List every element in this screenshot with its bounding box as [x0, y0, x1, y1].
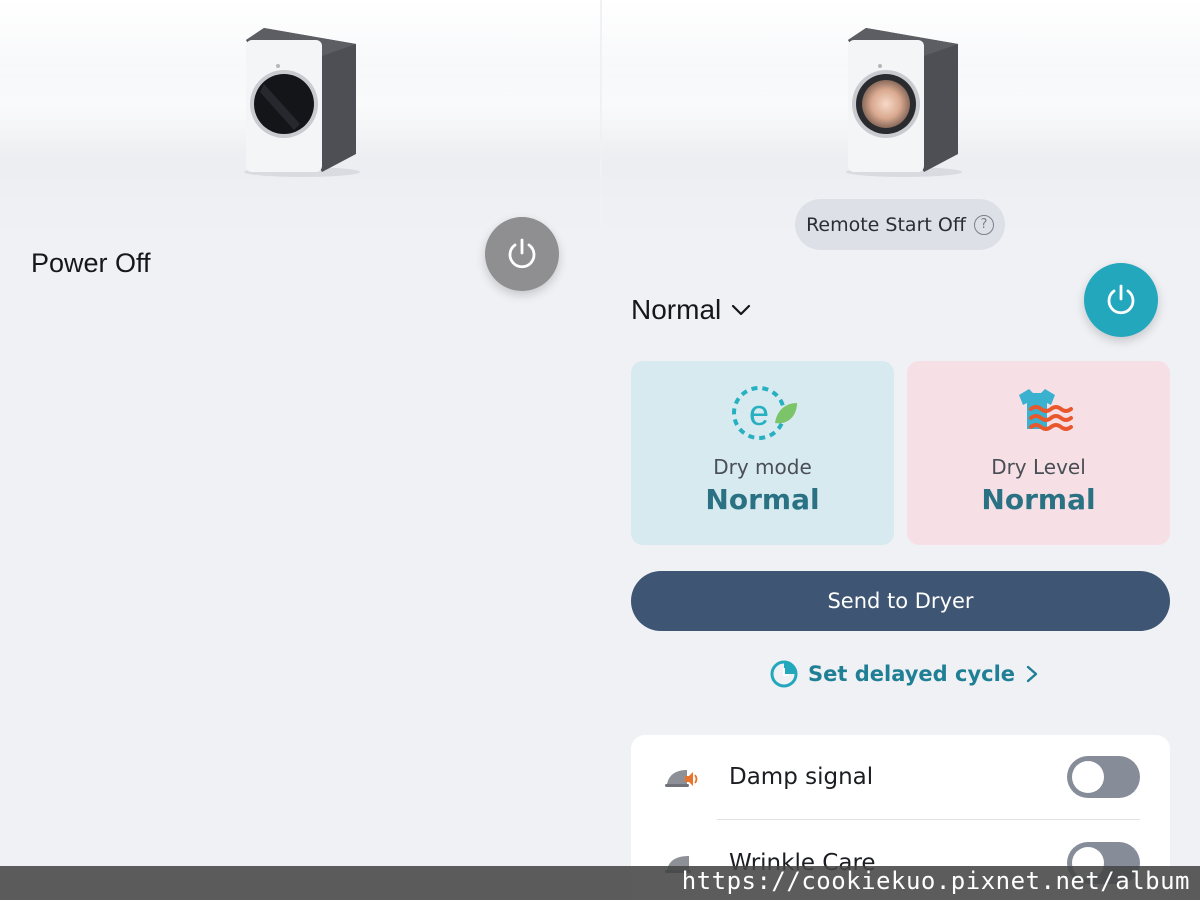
help-icon[interactable]: ?: [973, 214, 994, 235]
course-selected-label: Normal: [631, 294, 722, 325]
watermark-text: https://cookiekuo.pixnet.net/album: [681, 867, 1190, 895]
remote-start-label: Remote Start Off: [806, 213, 966, 236]
chevron-right-icon: [1026, 665, 1038, 683]
chevron-down-icon: [732, 304, 751, 316]
power-icon: [508, 238, 536, 269]
eco-leaf-icon: e: [725, 383, 801, 443]
dryer-image: [846, 28, 962, 177]
power-status-text: Power Off: [31, 248, 151, 278]
row-divider: [717, 819, 1140, 820]
damp-signal-toggle[interactable]: [1067, 756, 1140, 798]
dry-mode-value: Normal: [705, 483, 820, 516]
power-button[interactable]: [485, 217, 559, 291]
dry-level-value: Normal: [981, 483, 1096, 516]
dry-level-label: Dry Level: [991, 455, 1086, 479]
set-delayed-cycle-link[interactable]: Set delayed cycle: [770, 660, 1039, 688]
damp-signal-label: Damp signal: [729, 764, 874, 790]
dryer-on-panel: Remote Start Off ? Normal e Dry mode Nor…: [602, 0, 1200, 900]
power-icon: [1107, 284, 1135, 315]
clock-icon: [770, 660, 798, 688]
watermark-bar: https://cookiekuo.pixnet.net/album: [0, 866, 1200, 900]
power-button[interactable]: [1084, 263, 1158, 337]
dryer-image: [244, 28, 360, 177]
set-delayed-cycle-label: Set delayed cycle: [808, 662, 1016, 686]
iron-speaker-icon: [665, 770, 698, 787]
shirt-heat-icon: [1001, 383, 1077, 443]
course-dropdown[interactable]: Normal: [631, 294, 751, 326]
dry-level-card[interactable]: Dry Level Normal: [907, 361, 1170, 545]
dryer-off-panel: Power Off: [0, 0, 600, 900]
damp-signal-row: Damp signal: [631, 735, 1170, 819]
send-to-dryer-button[interactable]: Send to Dryer: [631, 571, 1170, 631]
svg-text:e: e: [748, 392, 768, 433]
remote-start-chip[interactable]: Remote Start Off ?: [795, 199, 1005, 250]
dry-mode-label: Dry mode: [713, 455, 812, 479]
dry-mode-card[interactable]: e Dry mode Normal: [631, 361, 894, 545]
